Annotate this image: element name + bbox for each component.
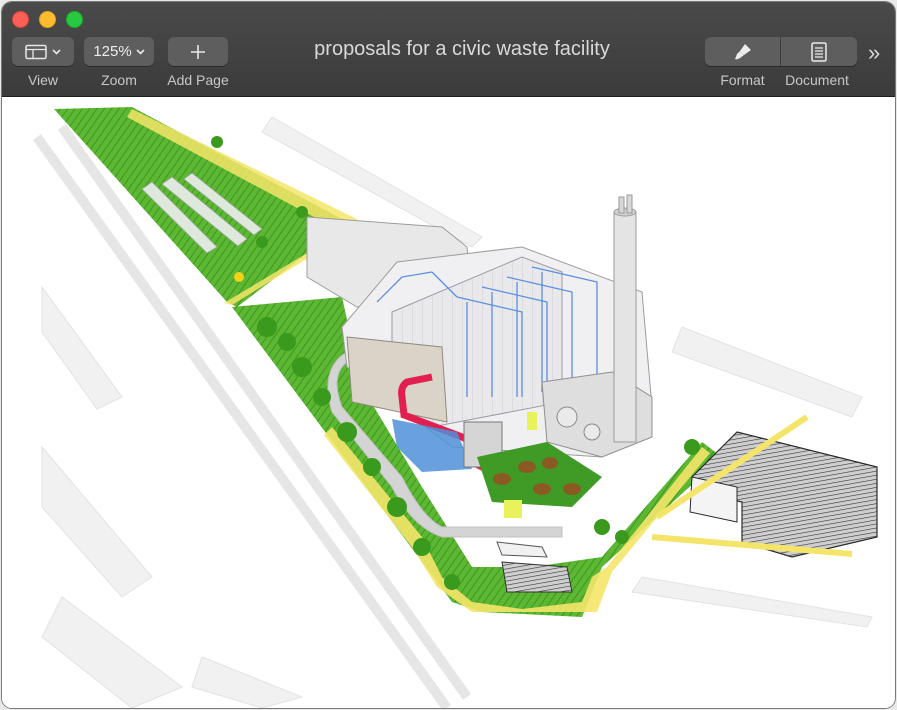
plus-icon: [191, 44, 205, 59]
toolbar-overflow-button[interactable]: »: [868, 40, 881, 66]
document-canvas[interactable]: [2, 97, 895, 708]
paintbrush-icon: [734, 43, 751, 59]
add-page-label: Add Page: [167, 72, 229, 88]
zoom-label: Zoom: [101, 72, 137, 88]
inspector-segmented-control: [705, 37, 857, 66]
document-button[interactable]: [781, 37, 857, 66]
chimney: [613, 211, 637, 443]
document-label: Document: [785, 72, 849, 88]
bike-shelter: [496, 541, 548, 558]
chevron-down-icon: [136, 48, 145, 55]
yellow-kiosk: [504, 500, 522, 518]
toolbar: View 125% Zoom Add Page proposals for a …: [2, 2, 895, 97]
site-illustration: [32, 107, 878, 708]
format-button[interactable]: [705, 37, 780, 66]
zoom-dropdown[interactable]: 125%: [84, 37, 154, 66]
sidebar-layout-icon: [25, 44, 61, 60]
minimize-window-button[interactable]: [39, 11, 56, 28]
app-window: View 125% Zoom Add Page proposals for a …: [2, 2, 895, 708]
chevron-down-icon: [52, 48, 61, 55]
document-title: proposals for a civic waste facility: [314, 38, 610, 60]
yellow-post: [527, 412, 537, 430]
zoom-value: 125%: [93, 43, 132, 60]
close-window-button[interactable]: [12, 11, 29, 28]
format-label: Format: [720, 72, 765, 88]
view-button[interactable]: [12, 37, 74, 66]
east-warehouse: [689, 431, 878, 558]
document-icon: [811, 41, 827, 62]
yellow-marker: [234, 272, 244, 282]
add-page-button[interactable]: [168, 37, 228, 66]
view-label: View: [27, 72, 59, 88]
zoom-window-button[interactable]: [66, 11, 83, 28]
wood-shed: [501, 561, 573, 593]
